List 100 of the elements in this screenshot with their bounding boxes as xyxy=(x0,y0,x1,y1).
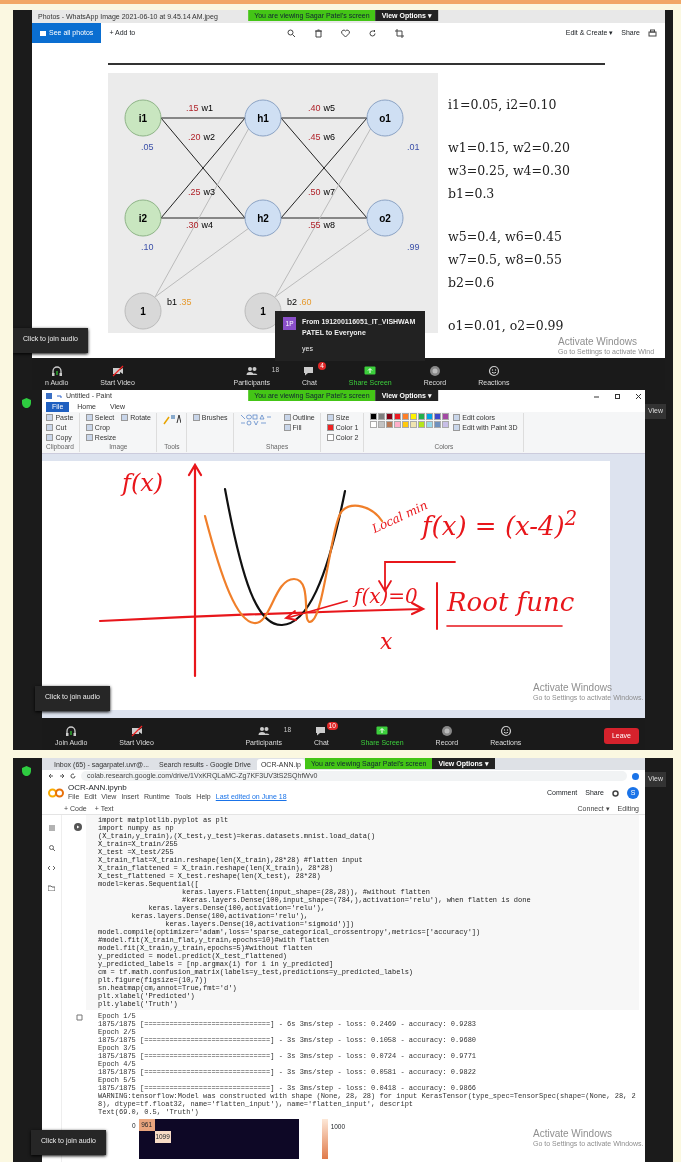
input-value: .05 xyxy=(141,142,154,152)
search-icon[interactable] xyxy=(48,845,55,851)
crossed-camera-icon xyxy=(111,364,124,377)
smiley-icon xyxy=(487,364,500,377)
crossed-camera-icon xyxy=(130,724,143,737)
activate-windows-title: Activate Windows xyxy=(558,336,638,348)
handwritten-label: x xyxy=(380,631,393,653)
input-value: .10 xyxy=(141,242,154,252)
bias-label: b1 .35 xyxy=(167,297,192,307)
node-label: o1 xyxy=(379,113,391,124)
weight-label: .50 w7 xyxy=(308,187,336,197)
smiley-icon xyxy=(499,724,512,737)
color-swatch[interactable] xyxy=(370,413,378,420)
run-cell-icon[interactable] xyxy=(74,823,82,831)
equation-text: w5=0.4, w6=0.45 xyxy=(448,228,563,246)
color-swatch[interactable] xyxy=(426,421,434,428)
minimize-icon[interactable] xyxy=(594,393,599,399)
weight-label: .40 w5 xyxy=(308,103,336,113)
output-node xyxy=(366,99,404,137)
back-icon[interactable] xyxy=(48,773,54,779)
rotate-icon[interactable] xyxy=(368,28,377,38)
list-icon[interactable] xyxy=(48,825,55,831)
bias-label: b2 .60 xyxy=(287,297,312,307)
weight-label: .30 w4 xyxy=(186,220,214,230)
record-icon xyxy=(440,724,453,737)
color-swatch[interactable] xyxy=(434,413,442,420)
weight-label: .55 w8 xyxy=(308,220,336,230)
zoom-icon[interactable] xyxy=(287,28,296,38)
weight-label: .25 w3 xyxy=(188,187,216,197)
color-swatch[interactable] xyxy=(426,413,434,420)
weight-label: .45 w6 xyxy=(308,132,336,142)
equation-text: o1=0.01, o2=0.99 xyxy=(448,317,565,335)
weight-label: .15 w1 xyxy=(186,103,214,113)
photo-icon xyxy=(40,30,46,36)
heart-icon[interactable] xyxy=(341,28,350,38)
tool-icon xyxy=(121,414,129,421)
color-swatch[interactable] xyxy=(378,421,386,428)
crop-icon[interactable] xyxy=(395,28,404,38)
color-swatch[interactable] xyxy=(386,421,394,428)
equation-text: i1=0.05, i2=0.10 xyxy=(448,96,558,114)
maximize-icon[interactable] xyxy=(615,393,620,399)
share-screen-icon xyxy=(364,364,377,377)
color-swatch[interactable] xyxy=(418,413,426,420)
speech-bubble-icon xyxy=(303,364,316,377)
headphones-icon xyxy=(50,364,63,377)
output-icon[interactable] xyxy=(76,1014,83,1021)
hidden-node xyxy=(244,99,282,137)
node-label: i2 xyxy=(138,213,148,224)
color-swatch[interactable] xyxy=(402,413,410,420)
output-node xyxy=(366,199,404,237)
hidden-node xyxy=(244,199,282,237)
node-label: h1 xyxy=(257,113,269,124)
reload-icon[interactable] xyxy=(70,773,76,779)
color-swatch[interactable] xyxy=(378,413,386,420)
weight-label: .20 w2 xyxy=(188,132,216,142)
color-swatch[interactable] xyxy=(402,421,410,428)
avatar-icon[interactable] xyxy=(632,772,639,780)
activate-windows-title: Activate Windows xyxy=(533,1128,613,1140)
color-swatch[interactable] xyxy=(442,421,450,428)
share-screen-icon xyxy=(376,724,389,737)
output-value: .99 xyxy=(407,242,420,252)
tool-icon xyxy=(192,414,200,421)
color-swatch[interactable] xyxy=(370,421,378,428)
node-label: 1 xyxy=(140,306,146,317)
input-node xyxy=(124,199,162,237)
color-swatch[interactable] xyxy=(386,413,394,420)
handwritten-label: Root func xyxy=(447,589,575,615)
delete-icon[interactable] xyxy=(314,28,323,38)
tools-icon xyxy=(162,413,181,425)
handwritten-formula: f(x)=0 xyxy=(354,586,418,606)
node-label: i1 xyxy=(138,113,148,124)
equation-text: b2=0.6 xyxy=(448,274,496,292)
equation-text: w7=0.5, w8=0.55 xyxy=(448,251,563,269)
color-swatch[interactable] xyxy=(394,421,402,428)
people-icon xyxy=(245,364,258,377)
color-swatch[interactable] xyxy=(418,421,426,428)
speech-bubble-icon xyxy=(315,724,328,737)
shield-icon xyxy=(22,398,31,408)
print-icon[interactable] xyxy=(648,28,657,38)
code-icon[interactable] xyxy=(48,865,55,871)
color-swatch[interactable] xyxy=(410,421,418,428)
undo-icon[interactable] xyxy=(56,393,62,399)
equation-text: w1=0.15, w2=0.20 xyxy=(448,139,570,157)
node-label: 1 xyxy=(260,306,266,317)
input-node xyxy=(124,99,162,137)
color-swatch[interactable] xyxy=(410,413,418,420)
equation-text: b1=0.3 xyxy=(448,185,496,203)
color-swatch[interactable] xyxy=(434,421,442,428)
headphones-icon xyxy=(65,724,78,737)
color-swatch[interactable] xyxy=(394,413,402,420)
colab-logo-icon xyxy=(48,788,64,798)
color-swatch[interactable] xyxy=(442,413,450,420)
folder-icon[interactable] xyxy=(48,885,55,891)
equation-text: w3=0.25, w4=0.30 xyxy=(448,162,570,180)
record-icon xyxy=(428,364,441,377)
forward-icon[interactable] xyxy=(59,773,65,779)
settings-icon[interactable] xyxy=(612,789,619,797)
output-value: .01 xyxy=(407,142,420,152)
notebook-title[interactable]: OCR-ANN.ipynb xyxy=(68,783,287,793)
close-icon[interactable] xyxy=(636,393,641,399)
